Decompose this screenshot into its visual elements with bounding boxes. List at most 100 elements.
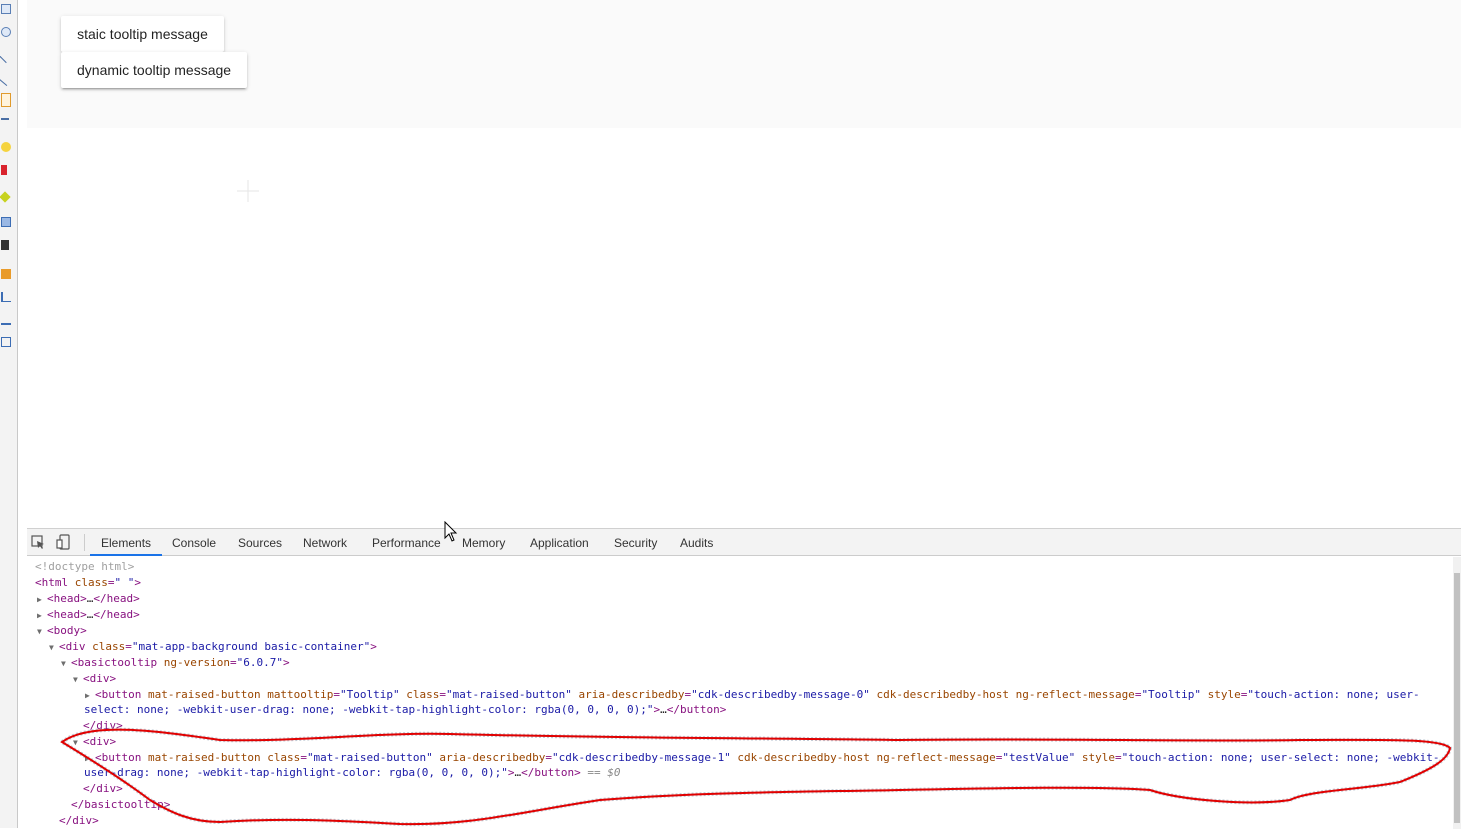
dom-token: aria-describedby bbox=[571, 688, 685, 701]
dom-token: </div> bbox=[59, 814, 99, 827]
dom-token: ng-version bbox=[163, 656, 230, 669]
expand-arrow-icon[interactable]: ▶ bbox=[37, 608, 47, 624]
tab-sources[interactable]: Sources bbox=[227, 529, 293, 556]
dynamic-tooltip-button[interactable]: dynamic tooltip message bbox=[61, 52, 247, 88]
dom-token: "mat-raised-button" bbox=[446, 688, 572, 701]
dom-tree-line[interactable]: </div> bbox=[27, 813, 1453, 829]
dom-token: </button> bbox=[666, 703, 727, 716]
magnify-tool-icon[interactable] bbox=[1, 315, 11, 325]
dom-token: </basictooltip> bbox=[71, 798, 171, 811]
dom-token: = bbox=[107, 576, 115, 589]
dom-tree-line[interactable]: </div> bbox=[27, 781, 1453, 797]
dom-token: <div> bbox=[83, 735, 117, 748]
dom-token: class bbox=[74, 576, 108, 589]
highlight-tool-icon[interactable] bbox=[0, 191, 11, 203]
collapse-arrow-icon[interactable]: ▼ bbox=[61, 656, 71, 672]
rectangle-tool-icon[interactable] bbox=[1, 4, 11, 14]
dom-token: <body> bbox=[47, 624, 87, 637]
dom-token: > bbox=[282, 656, 290, 669]
static-tooltip-button[interactable]: staic tooltip message bbox=[61, 16, 224, 52]
inspect-element-icon[interactable] bbox=[30, 534, 46, 550]
dom-token: = bbox=[300, 751, 307, 764]
dom-token: <div bbox=[59, 640, 93, 653]
dom-tree-line[interactable]: ▼ <body> bbox=[27, 623, 1453, 639]
dom-token: > bbox=[134, 576, 141, 589]
dom-token: <button bbox=[95, 688, 148, 701]
dom-token: mat-raised-button mattooltip bbox=[147, 688, 334, 701]
dom-tree-line[interactable]: ▼ <basictooltip ng-version="6.0.7"> bbox=[27, 655, 1453, 671]
expand-arrow-icon[interactable]: ▶ bbox=[37, 592, 47, 608]
tab-console[interactable]: Console bbox=[161, 529, 227, 556]
dom-token: "mat-raised-button" bbox=[306, 751, 433, 764]
dom-token: "cdk-describedby-message-1" bbox=[552, 751, 731, 764]
device-toolbar-icon[interactable] bbox=[56, 534, 72, 550]
dom-token: cdk-describedby-host ng-reflect-message bbox=[730, 751, 996, 764]
dom-token: </div> bbox=[83, 719, 123, 732]
dom-tree-line[interactable]: ▶ <head>…</head> bbox=[27, 591, 1453, 607]
tab-performance[interactable]: Performance bbox=[361, 529, 452, 556]
dom-tree-line[interactable]: </div> bbox=[27, 718, 1453, 734]
tab-security[interactable]: Security bbox=[603, 529, 668, 556]
dom-tree[interactable]: <!doctype html> <html class=" "> ▶ <head>…<… bbox=[27, 557, 1453, 829]
ellipse-tool-icon[interactable] bbox=[1, 27, 11, 37]
dom-token: "6.0.7" bbox=[236, 656, 283, 669]
collapse-arrow-icon[interactable]: ▼ bbox=[73, 735, 83, 751]
dom-tree-line[interactable]: ▼ <div class="mat-app-background basic-co… bbox=[27, 639, 1453, 655]
dom-token: cdk-describedby-host ng-reflect-message bbox=[869, 688, 1135, 701]
dom-token: select: none; -webkit-user-drag: none; -… bbox=[84, 703, 654, 716]
dom-token: "Tooltip" bbox=[340, 688, 400, 701]
dom-token: = bbox=[1114, 751, 1122, 764]
dom-tree-line[interactable]: <!doctype html> bbox=[27, 559, 1453, 575]
stamp-tool-icon[interactable] bbox=[1, 165, 7, 175]
dom-token: "Tooltip" bbox=[1141, 688, 1202, 701]
dom-token: </head> bbox=[93, 592, 140, 605]
arrow-tool-icon[interactable] bbox=[0, 71, 14, 87]
tab-application[interactable]: Application bbox=[519, 529, 600, 556]
dom-token: <button bbox=[95, 751, 148, 764]
tab-memory[interactable]: Memory bbox=[451, 529, 516, 556]
dom-token: </div> bbox=[83, 782, 123, 795]
dom-tree-line[interactable]: user-drag: none; -webkit-tap-highlight-c… bbox=[27, 765, 1453, 781]
dom-token: "touch-action: none; user-select: none; … bbox=[1121, 751, 1440, 764]
tab-elements[interactable]: Elements bbox=[90, 529, 163, 556]
dom-tree-line[interactable]: </basictooltip> bbox=[27, 797, 1453, 813]
dom-tree-line[interactable]: <html class=" "> bbox=[27, 575, 1453, 591]
dom-token: "cdk-describedby-message-0" bbox=[691, 688, 870, 701]
dom-token: "touch-action: none; user- bbox=[1247, 688, 1420, 701]
dom-tree-line[interactable]: ▼ <div> bbox=[27, 734, 1453, 750]
toolbar-separator bbox=[84, 534, 85, 551]
blur-tool-icon[interactable] bbox=[1, 217, 11, 227]
crop-tool-icon[interactable] bbox=[1, 240, 9, 250]
mouse-cursor-icon bbox=[444, 521, 458, 542]
step-tool-icon[interactable] bbox=[1, 292, 11, 302]
dom-tree-line[interactable]: ▶ <button mat-raised-button mattooltip="T… bbox=[27, 687, 1453, 703]
line-tool-icon[interactable] bbox=[0, 48, 14, 64]
selection-tool-icon[interactable] bbox=[1, 337, 11, 347]
crosshair-icon bbox=[237, 180, 259, 202]
text-tool-icon[interactable] bbox=[1, 118, 9, 128]
collapse-arrow-icon[interactable]: ▼ bbox=[49, 640, 59, 656]
dom-tree-line[interactable]: ▶ <head>…</head> bbox=[27, 607, 1453, 623]
collapse-arrow-icon[interactable]: ▼ bbox=[73, 672, 83, 688]
dom-token: <div> bbox=[83, 672, 117, 685]
dom-token: <html bbox=[35, 576, 75, 589]
pen-tool-icon[interactable] bbox=[1, 93, 11, 107]
dom-token: … bbox=[660, 703, 667, 716]
callout-tool-icon[interactable] bbox=[1, 142, 11, 152]
annotation-toolbar bbox=[0, 0, 18, 828]
dom-token: style bbox=[1075, 751, 1115, 764]
dom-token: " " bbox=[114, 576, 135, 589]
dom-tree-scrollbar[interactable] bbox=[1453, 557, 1461, 829]
dom-tree-line[interactable]: ▶ <button mat-raised-button class="mat-ra… bbox=[27, 750, 1453, 766]
tab-network[interactable]: Network bbox=[292, 529, 358, 556]
scrollbar-thumb[interactable] bbox=[1454, 573, 1460, 823]
dom-token: <!doctype html> bbox=[35, 560, 135, 573]
dom-tree-line[interactable]: select: none; -webkit-user-drag: none; -… bbox=[27, 702, 1453, 718]
dom-token: == $0 bbox=[580, 766, 621, 779]
collapse-arrow-icon[interactable]: ▼ bbox=[37, 624, 47, 640]
dom-token: style bbox=[1201, 688, 1241, 701]
dom-token: = bbox=[229, 656, 237, 669]
tab-audits[interactable]: Audits bbox=[669, 529, 724, 556]
dom-tree-line[interactable]: ▼ <div> bbox=[27, 671, 1453, 687]
fill-tool-icon[interactable] bbox=[1, 269, 11, 279]
